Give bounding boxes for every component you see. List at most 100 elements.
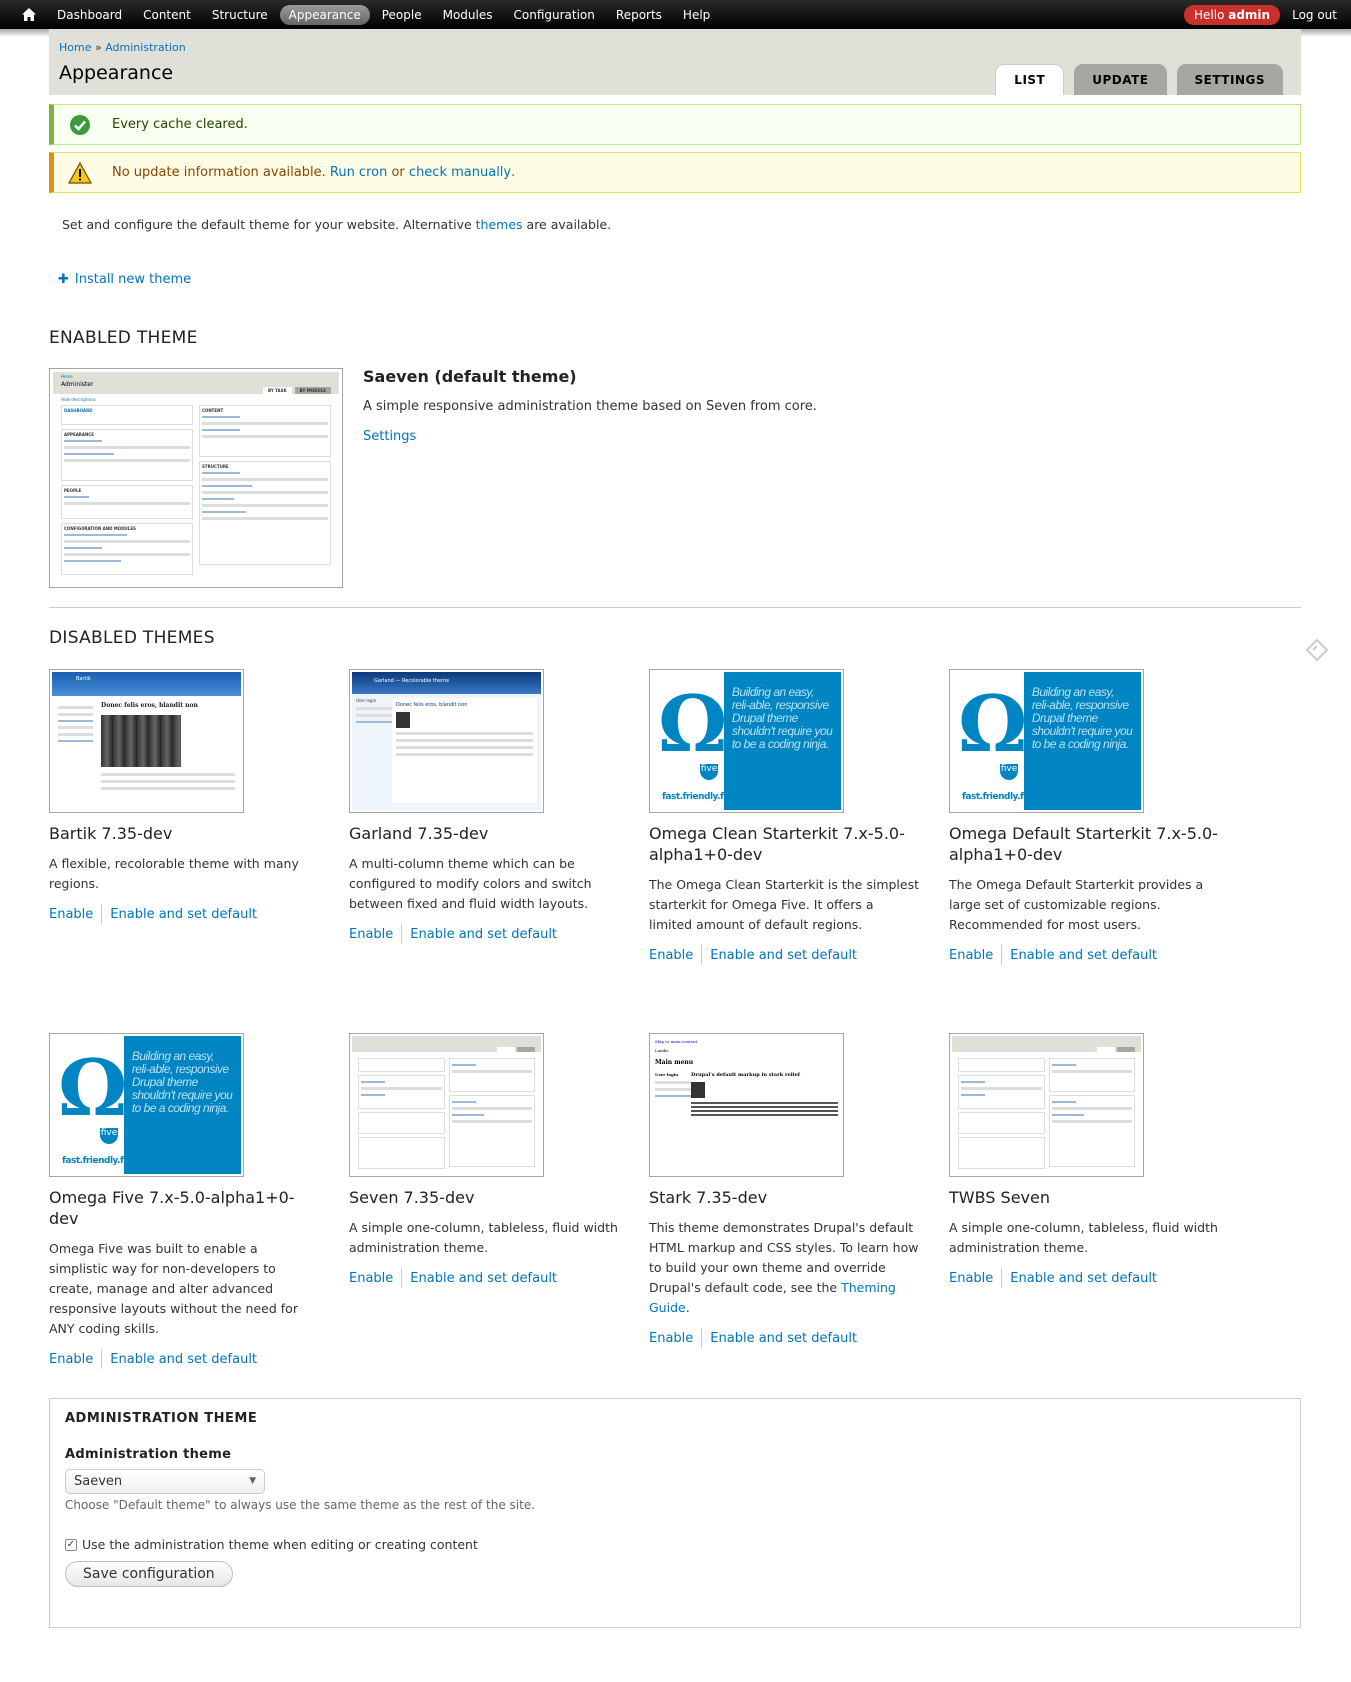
- tab-list[interactable]: LIST: [995, 64, 1065, 95]
- warning-message: No update information available. Run cro…: [49, 152, 1301, 193]
- theme-name: Bartik 7.35-dev: [49, 824, 173, 843]
- plus-icon: ✚: [58, 272, 69, 287]
- use-admin-theme-option: ✓ Use the administration theme when edit…: [65, 1537, 478, 1552]
- omega-logo-icon: Ω: [958, 679, 1028, 770]
- check-icon: [68, 113, 92, 137]
- theme-screenshot-seven: [349, 1033, 544, 1177]
- check-manually-link[interactable]: check manually: [409, 165, 511, 180]
- toolbar-item-dashboard[interactable]: Dashboard: [48, 5, 131, 25]
- use-admin-theme-checkbox[interactable]: ✓: [65, 1538, 77, 1551]
- theme-card-omega-default: Ωfive fast.friendly.flexible. Building an…: [949, 669, 1219, 965]
- admin-theme-select[interactable]: Saeven ▼: [65, 1469, 265, 1494]
- section-divider: [49, 607, 1301, 608]
- enable-link[interactable]: Enable: [349, 1271, 393, 1286]
- theme-screenshot-omega-clean: Ωfive fast.friendly.flexible. Building an…: [649, 669, 844, 813]
- enable-link[interactable]: Enable: [49, 1352, 93, 1367]
- username: admin: [1228, 7, 1271, 22]
- toolbar-item-help[interactable]: Help: [674, 5, 719, 25]
- theme-card-seven: Seven 7.35-dev A simple one-column, tabl…: [349, 1033, 619, 1288]
- themes-link[interactable]: themes: [476, 217, 523, 232]
- user-badge[interactable]: Hello admin: [1184, 4, 1281, 25]
- enable-link[interactable]: Enable: [349, 927, 393, 942]
- enabled-theme-heading: ENABLED THEME: [49, 328, 198, 348]
- theme-description: A flexible, recolorable theme with many …: [49, 856, 299, 891]
- theme-card-omega-five: Ωfive fast.friendly.flexible. Building an…: [49, 1033, 319, 1369]
- enable-and-set-default-link[interactable]: Enable and set default: [1010, 1271, 1157, 1286]
- warning-icon: [68, 161, 92, 185]
- enable-and-set-default-link[interactable]: Enable and set default: [410, 927, 557, 942]
- toolbar-item-people[interactable]: People: [373, 5, 431, 25]
- breadcrumb-home[interactable]: Home: [59, 41, 91, 54]
- enable-and-set-default-link[interactable]: Enable and set default: [710, 948, 857, 963]
- save-configuration-button[interactable]: Save configuration: [65, 1561, 233, 1587]
- theme-name: Stark 7.35-dev: [649, 1188, 768, 1207]
- enabled-theme-screenshot: Home Administer BY TASK BY MODULE Hide d…: [49, 368, 343, 588]
- logout-link[interactable]: Log out: [1292, 8, 1337, 22]
- page-header: Home » Administration Appearance LIST UP…: [49, 29, 1301, 95]
- theme-description: The Omega Default Starterkit provides a …: [949, 877, 1204, 932]
- enable-link[interactable]: Enable: [949, 948, 993, 963]
- primary-tabs: LIST UPDATE SETTINGS: [985, 64, 1283, 95]
- checkbox-label[interactable]: Use the administration theme when editin…: [82, 1537, 478, 1552]
- enable-link[interactable]: Enable: [949, 1271, 993, 1286]
- theme-screenshot-omega-default: Ωfive fast.friendly.flexible. Building an…: [949, 669, 1144, 813]
- theme-card-bartik: Bartik Donec felis eros, blandit non Bar…: [49, 669, 319, 924]
- theme-card-omega-clean: Ωfive fast.friendly.flexible. Building an…: [649, 669, 919, 965]
- toolbar-item-configuration[interactable]: Configuration: [505, 5, 604, 25]
- enabled-theme-description: A simple responsive administration theme…: [363, 399, 817, 414]
- enable-and-set-default-link[interactable]: Enable and set default: [710, 1331, 857, 1346]
- admin-toolbar: Dashboard Content Structure Appearance P…: [0, 0, 1351, 29]
- toolbar-item-reports[interactable]: Reports: [607, 5, 671, 25]
- theme-description: A multi-column theme which can be config…: [349, 856, 592, 911]
- omega-logo-icon: Ω: [658, 679, 728, 770]
- enable-and-set-default-link[interactable]: Enable and set default: [410, 1271, 557, 1286]
- theme-description: Omega Five was built to enable a simplis…: [49, 1241, 298, 1336]
- tab-update[interactable]: UPDATE: [1074, 64, 1167, 95]
- theme-screenshot-twbs-seven: [949, 1033, 1144, 1177]
- enabled-theme-settings-link[interactable]: Settings: [363, 429, 416, 444]
- disabled-themes-heading: DISABLED THEMES: [49, 628, 215, 648]
- install-new-theme-link[interactable]: Install new theme: [75, 272, 191, 287]
- theme-description: A simple one-column, tableless, fluid wi…: [349, 1220, 618, 1255]
- enable-and-set-default-link[interactable]: Enable and set default: [110, 907, 257, 922]
- toolbar-menu: Dashboard Content Structure Appearance P…: [48, 4, 722, 25]
- theme-name: Omega Default Starterkit 7.x-5.0-alpha1+…: [949, 824, 1218, 864]
- breadcrumb-administration[interactable]: Administration: [105, 41, 186, 54]
- fieldset-legend: ADMINISTRATION THEME: [65, 1411, 258, 1426]
- theme-name: Seven 7.35-dev: [349, 1188, 475, 1207]
- admin-theme-label: Administration theme: [65, 1447, 232, 1462]
- home-icon[interactable]: [18, 8, 40, 21]
- theme-card-garland: Garland — Recolorable theme User login D…: [349, 669, 619, 944]
- enable-and-set-default-link[interactable]: Enable and set default: [110, 1352, 257, 1367]
- theme-name: Garland 7.35-dev: [349, 824, 489, 843]
- theme-card-stark: Skip to main content Landis Main menu Us…: [649, 1033, 919, 1348]
- enable-link[interactable]: Enable: [649, 1331, 693, 1346]
- enable-link[interactable]: Enable: [649, 948, 693, 963]
- toolbar-item-modules[interactable]: Modules: [434, 5, 502, 25]
- tag-icon[interactable]: [1305, 638, 1329, 662]
- theme-screenshot-bartik: Bartik Donec felis eros, blandit non: [49, 669, 244, 813]
- enable-link[interactable]: Enable: [49, 907, 93, 922]
- theme-name: Omega Five 7.x-5.0-alpha1+0-dev: [49, 1188, 295, 1228]
- intro-text: Set and configure the default theme for …: [62, 217, 612, 232]
- tab-settings[interactable]: SETTINGS: [1176, 64, 1283, 95]
- theme-description: A simple one-column, tableless, fluid wi…: [949, 1220, 1218, 1255]
- run-cron-link[interactable]: Run cron: [330, 165, 387, 180]
- theme-screenshot-stark: Skip to main content Landis Main menu Us…: [649, 1033, 844, 1177]
- toolbar-item-structure[interactable]: Structure: [203, 5, 277, 25]
- theme-name: TWBS Seven: [949, 1188, 1050, 1207]
- enabled-theme-name: Saeven (default theme): [363, 367, 577, 386]
- administration-theme-fieldset: ADMINISTRATION THEME Administration them…: [49, 1398, 1301, 1628]
- chevron-down-icon: ▼: [249, 1476, 256, 1486]
- page-title: Appearance: [59, 62, 174, 84]
- enable-and-set-default-link[interactable]: Enable and set default: [1010, 948, 1157, 963]
- breadcrumb: Home » Administration: [59, 41, 186, 54]
- theme-screenshot-omega-five: Ωfive fast.friendly.flexible. Building an…: [49, 1033, 244, 1177]
- theme-screenshot-garland: Garland — Recolorable theme User login D…: [349, 669, 544, 813]
- status-message: Every cache cleared.: [49, 104, 1301, 145]
- omega-logo-icon: Ω: [58, 1043, 128, 1134]
- theme-description: This theme demonstrates Drupal's default…: [649, 1220, 919, 1315]
- install-theme-action[interactable]: ✚ Install new theme: [58, 272, 191, 287]
- toolbar-item-content[interactable]: Content: [134, 5, 200, 25]
- toolbar-item-appearance[interactable]: Appearance: [279, 4, 370, 25]
